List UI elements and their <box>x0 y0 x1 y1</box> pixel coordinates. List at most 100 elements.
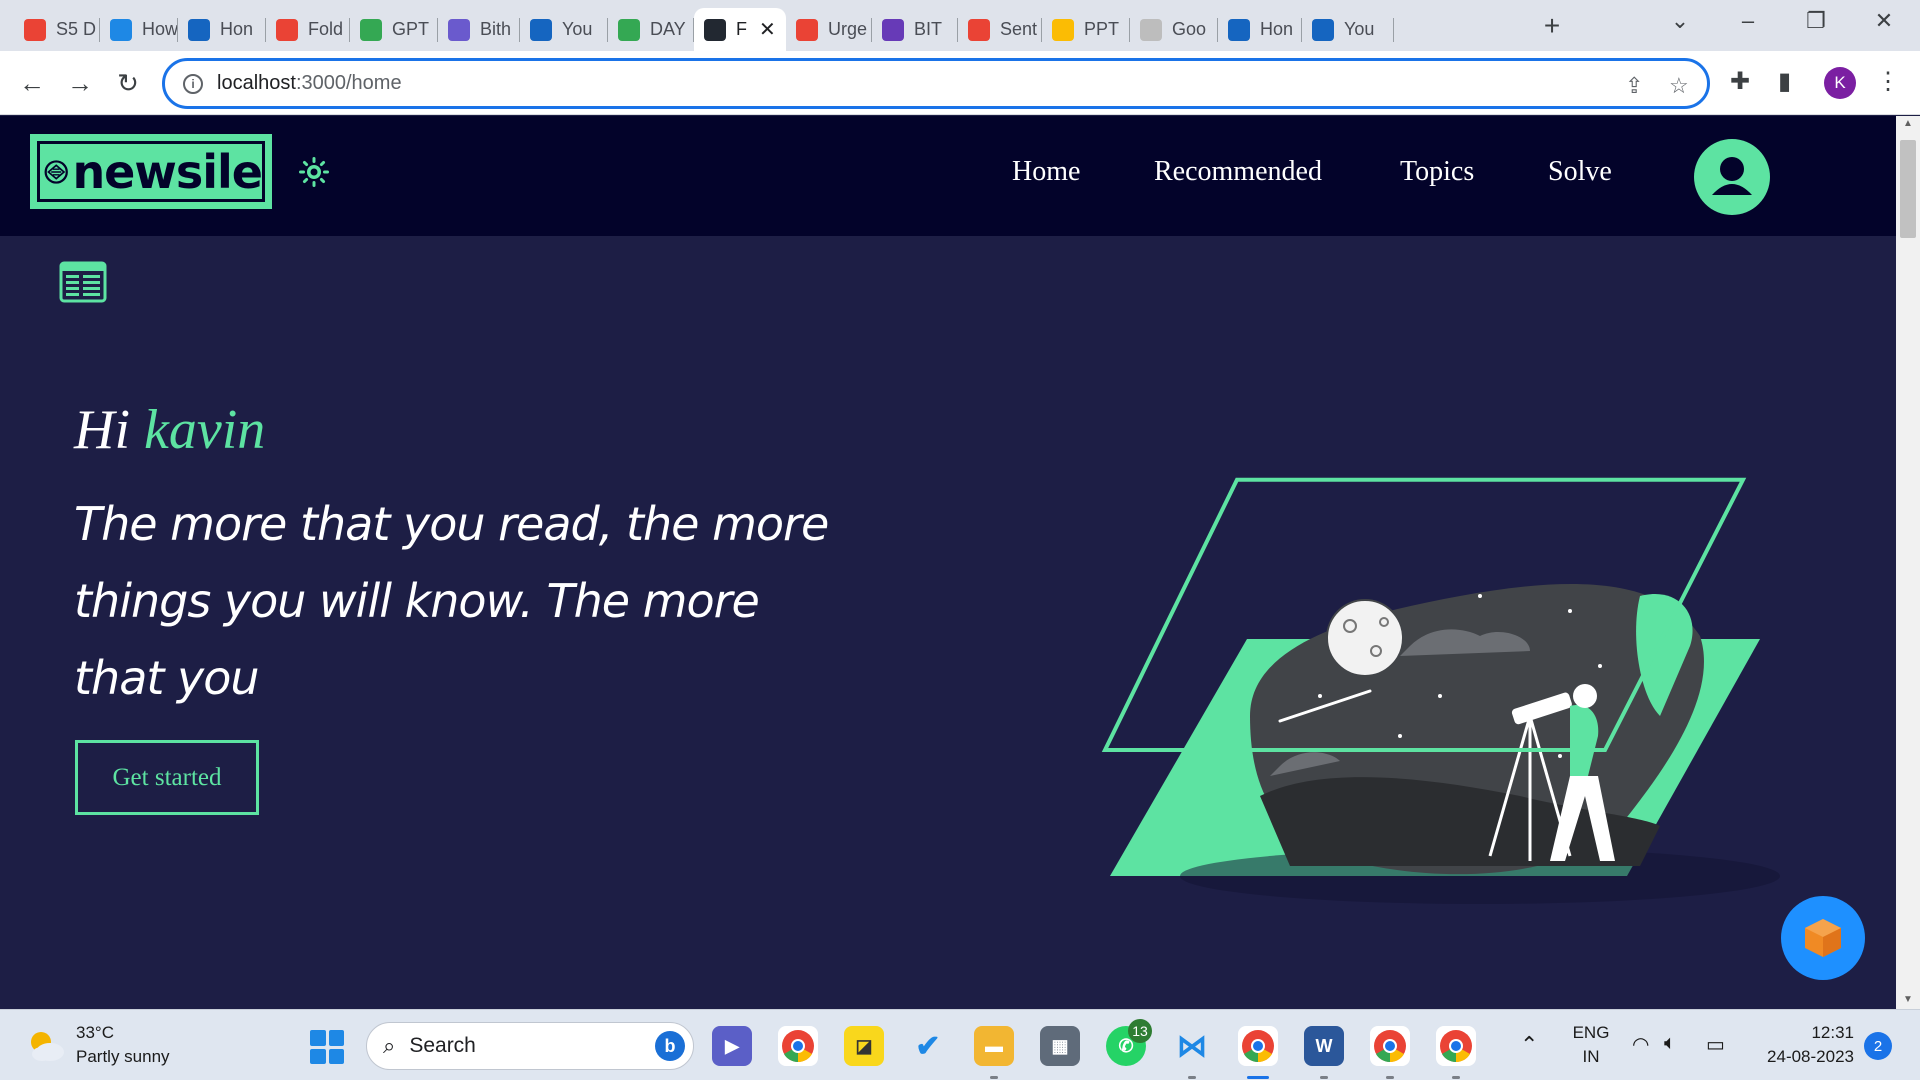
scroll-thumb[interactable] <box>1900 140 1916 238</box>
chatbot-icon <box>448 18 470 41</box>
browser-tab-label: F <box>736 19 747 39</box>
clock-time[interactable]: 12:31 <box>1744 1023 1854 1043</box>
weather-description[interactable]: Partly sunny <box>76 1047 170 1067</box>
browser-tab-label: How <box>142 19 178 39</box>
newsile-logo[interactable]: newsile <box>30 134 272 209</box>
browser-tab-label: Hon <box>220 19 254 39</box>
running-indicator <box>1188 1076 1196 1079</box>
sticky-notes-icon[interactable]: ◪ <box>844 1026 884 1066</box>
browser-toolbar: ← → ↻ i localhost:3000/home ⇪ ☆ ✚ ▮ K ⋮ <box>0 51 1920 115</box>
file-explorer-icon[interactable]: ▬ <box>974 1026 1014 1066</box>
taskbar-search-label: Search <box>409 1034 476 1057</box>
browser-tab[interactable]: How <box>100 8 178 51</box>
browser-tab-label: DAY <box>650 19 686 39</box>
battery-icon[interactable]: ▭ <box>1706 1032 1725 1057</box>
share-icon[interactable]: ⇪ <box>1625 73 1643 99</box>
browser-tab[interactable]: Goo <box>1130 8 1218 51</box>
notification-badge[interactable]: 2 <box>1864 1032 1892 1060</box>
tab-close-icon[interactable]: ✕ <box>759 17 776 42</box>
browser-tab[interactable]: S5 D <box>14 8 100 51</box>
nav-topics[interactable]: Topics <box>1400 156 1474 188</box>
forward-button[interactable]: → <box>62 65 98 101</box>
browser-tab[interactable]: Fold <box>266 8 350 51</box>
hero-quote: The more that you read, the more things … <box>74 497 829 705</box>
language-line-2[interactable]: IN <box>1566 1047 1616 1067</box>
browser-tab[interactable]: BIT <box>872 8 958 51</box>
extensions-icon[interactable]: ✚ <box>1730 67 1750 96</box>
gmail-icon <box>276 18 298 41</box>
nav-home[interactable]: Home <box>1012 156 1080 188</box>
url-path: :3000/home <box>295 72 402 94</box>
vscode-icon[interactable]: ⋈ <box>1172 1026 1212 1066</box>
menu-kebab-icon[interactable]: ⋮ <box>1876 67 1900 96</box>
s-logo-icon <box>530 18 552 41</box>
language-line-1[interactable]: ENG <box>1566 1023 1616 1043</box>
close-window-button[interactable]: ✕ <box>1864 8 1904 34</box>
nav-recommended[interactable]: Recommended <box>1154 156 1322 188</box>
browser-tab[interactable]: Urge <box>786 8 872 51</box>
newspaper-icon[interactable] <box>59 261 107 303</box>
nav-solve[interactable]: Solve <box>1548 156 1612 188</box>
start-button[interactable] <box>310 1030 344 1064</box>
user-avatar[interactable] <box>1694 139 1770 215</box>
logo-text: newsile <box>72 144 263 199</box>
browser-tab-label: Sent <box>1000 19 1038 39</box>
browser-tab[interactable]: You <box>520 8 608 51</box>
browser-tab-label: Urge <box>828 19 868 39</box>
get-started-button[interactable]: Get started <box>75 740 259 815</box>
url-host: localhost <box>217 72 296 94</box>
new-tab-button[interactable]: + <box>1536 10 1568 42</box>
browser-tab[interactable]: DAY <box>608 8 694 51</box>
profile-avatar[interactable]: K <box>1824 67 1856 99</box>
page-scrollbar[interactable]: ▲ ▼ <box>1896 116 1920 1009</box>
chrome-profile-2-icon[interactable] <box>1370 1026 1410 1066</box>
browser-tab-label: Hon <box>1260 19 1294 39</box>
theme-toggle-sun-icon[interactable] <box>298 156 330 188</box>
bookmark-star-icon[interactable]: ☆ <box>1669 73 1689 99</box>
chrome-profile-k-icon[interactable] <box>1238 1026 1278 1066</box>
browser-tab[interactable]: Hon <box>178 8 266 51</box>
site-info-icon[interactable]: i <box>183 73 203 94</box>
forms-icon <box>882 18 904 41</box>
running-indicator <box>1452 1076 1460 1079</box>
wifi-icon[interactable]: ◠ <box>1632 1032 1649 1057</box>
clock-date[interactable]: 24-08-2023 <box>1744 1047 1854 1067</box>
back-button[interactable]: ← <box>14 65 50 101</box>
browser-tab-label: You <box>1344 19 1375 39</box>
restore-button[interactable]: ❐ <box>1796 8 1836 34</box>
word-icon[interactable]: W <box>1304 1026 1344 1066</box>
volume-icon[interactable]: 🔈︎ <box>1664 1032 1676 1055</box>
partly-sunny-icon[interactable] <box>26 1028 66 1064</box>
teams-chat-icon[interactable]: ▶ <box>712 1026 752 1066</box>
user-avatar-icon <box>1712 157 1752 195</box>
calculator-icon[interactable]: ▦ <box>1040 1026 1080 1066</box>
windows-taskbar: 33°C Partly sunny ⌕ Search b ▶ ◪ ✔ ▬ ▦ ✆… <box>0 1009 1920 1080</box>
scroll-down-icon[interactable]: ▼ <box>1896 994 1920 1005</box>
todo-icon[interactable]: ✔ <box>908 1026 948 1066</box>
greeting-text: Hi <box>74 399 130 461</box>
minimize-button[interactable]: – <box>1728 8 1768 34</box>
browser-tab[interactable]: GPT <box>350 8 438 51</box>
browser-tab[interactable]: F ✕ <box>694 8 786 51</box>
floating-action-button[interactable] <box>1781 896 1865 980</box>
tab-search-icon[interactable]: ⌄ <box>1660 8 1700 34</box>
refresh-logo-icon <box>110 18 132 41</box>
browser-tab[interactable]: Hon <box>1218 8 1302 51</box>
address-bar[interactable]: i localhost:3000/home ⇪ ☆ <box>162 58 1710 109</box>
drive-icon <box>360 18 382 41</box>
running-indicator <box>1320 1076 1328 1079</box>
browser-tab[interactable]: Bith <box>438 8 520 51</box>
browser-tab[interactable]: You <box>1302 8 1394 51</box>
browser-tab[interactable]: Sent <box>958 8 1042 51</box>
weather-temperature[interactable]: 33°C <box>76 1023 114 1043</box>
bing-icon[interactable]: b <box>655 1031 685 1061</box>
browser-tab[interactable]: PPT <box>1042 8 1130 51</box>
chrome-profile-3-icon[interactable] <box>1436 1026 1476 1066</box>
drive-icon <box>618 18 640 41</box>
scroll-up-icon[interactable]: ▲ <box>1896 118 1920 129</box>
taskbar-search[interactable]: ⌕ Search b <box>366 1022 694 1070</box>
side-panel-icon[interactable]: ▮ <box>1778 67 1791 96</box>
reload-button[interactable]: ↻ <box>110 65 146 101</box>
show-hidden-icons-chevron-icon[interactable]: ⌃ <box>1520 1032 1538 1058</box>
chrome-icon[interactable] <box>778 1026 818 1066</box>
